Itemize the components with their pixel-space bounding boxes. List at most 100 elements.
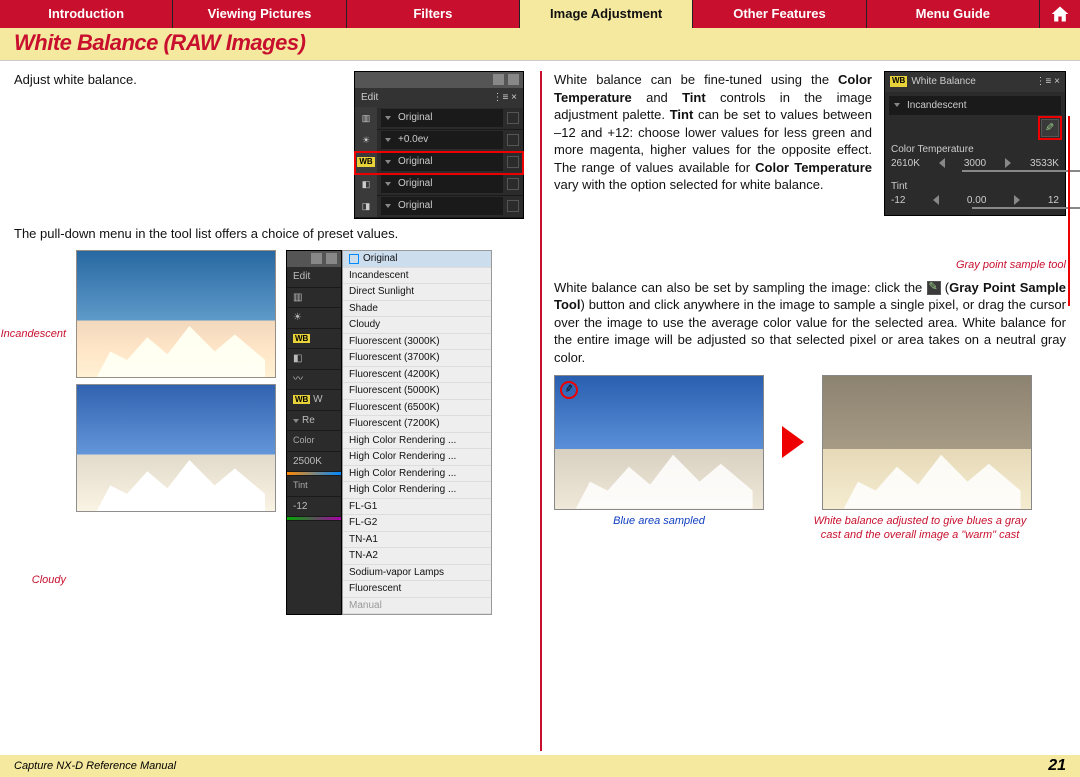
ct-min: 2610K [891, 157, 920, 171]
page-title: White Balance (RAW Images) [14, 30, 1066, 56]
edit-row-value[interactable]: Original [381, 197, 503, 215]
edit-panel-strip: Edit ▥ ☀ WB ◧ 〰 WB W Re Color 2500K Tint… [286, 250, 342, 615]
dd-selected: Original [363, 252, 397, 266]
finetune-para: White balance can be fine-tuned using th… [554, 71, 872, 194]
title-bar: White Balance (RAW Images) [0, 28, 1080, 61]
thumb-warm-result [822, 375, 1032, 510]
checkbox[interactable] [507, 200, 519, 212]
tab-viewing-pictures[interactable]: Viewing Pictures [173, 0, 346, 28]
tint-label: Tint [293, 480, 308, 490]
ct-min: 2500K [287, 452, 341, 473]
exposure-icon: ▥ [287, 288, 341, 309]
caption-blue-sampled: Blue area sampled [554, 514, 764, 529]
dd-option[interactable]: Sodium-vapor Lamps [343, 565, 491, 582]
dd-option[interactable]: TN-A2 [343, 548, 491, 565]
callout-line [1068, 116, 1070, 306]
tint-min: -12 [891, 194, 905, 208]
panel-icon [493, 74, 504, 85]
chevron-down-icon [385, 182, 391, 186]
dd-option[interactable]: Fluorescent (5000K) [343, 383, 491, 400]
tone-icon: ◧ [355, 173, 377, 195]
increment-icon[interactable] [1005, 158, 1011, 168]
checkbox[interactable] [507, 178, 519, 190]
panel-menu-icon[interactable]: ⋮≡ × [493, 91, 517, 105]
chevron-down-icon [385, 116, 391, 120]
tint-label: Tint [891, 180, 1059, 194]
exposure-icon: ▥ [355, 107, 377, 129]
ev-icon: ☀ [287, 308, 341, 329]
wb-icon: WB [355, 151, 377, 173]
wb-palette-title: White Balance [911, 75, 975, 89]
checkbox[interactable] [507, 112, 519, 124]
decrement-icon[interactable] [933, 195, 939, 205]
footer: Capture NX-D Reference Manual 21 [0, 755, 1080, 777]
sample-para: White balance can also be set by samplin… [554, 279, 1066, 367]
dd-option[interactable]: Fluorescent (7200K) [343, 416, 491, 433]
dd-option[interactable]: Incandescent [343, 268, 491, 285]
footer-manual-title: Capture NX-D Reference Manual [14, 760, 176, 772]
gray-point-tool-button[interactable]: ✎ [1041, 119, 1059, 137]
ev-icon: ☀ [355, 129, 377, 151]
thumb-cloudy [76, 384, 276, 512]
dd-option[interactable]: High Color Rendering ... [343, 433, 491, 450]
dd-option[interactable]: Fluorescent (3700K) [343, 350, 491, 367]
dd-option[interactable]: High Color Rendering ... [343, 449, 491, 466]
panel-menu-icon[interactable]: ⋮≡ × [1036, 75, 1060, 89]
re-row: Re [287, 411, 341, 432]
dd-option[interactable]: Shade [343, 301, 491, 318]
wb-preset-dropdown[interactable]: Original IncandescentDirect SunlightShad… [342, 250, 492, 615]
edit-panel-collapsed: Edit⋮≡ × ▥Original ☀+0.0ev WBOriginal ◧O… [354, 71, 524, 219]
chevron-down-icon [385, 138, 391, 142]
edit-row-value[interactable]: +0.0ev [381, 131, 503, 149]
top-nav: Introduction Viewing Pictures Filters Im… [0, 0, 1080, 28]
dd-option[interactable]: Fluorescent (4200K) [343, 367, 491, 384]
chevron-down-icon [385, 160, 391, 164]
intro-text: Adjust white balance. [14, 71, 342, 89]
home-button[interactable] [1040, 0, 1080, 28]
dd-option[interactable]: FL-G1 [343, 499, 491, 516]
panel-icon [508, 74, 519, 85]
color-label: Color [293, 435, 315, 445]
dd-option[interactable]: FL-G2 [343, 515, 491, 532]
wb-preset-select[interactable]: Incandescent [889, 96, 1061, 116]
panel-header: Edit [361, 91, 378, 105]
tab-image-adjustment[interactable]: Image Adjustment [520, 0, 693, 28]
dd-option[interactable]: Fluorescent [343, 581, 491, 598]
chevron-down-icon [894, 103, 900, 107]
tint-min: -12 [287, 497, 341, 518]
checkbox[interactable] [507, 156, 519, 168]
checkbox[interactable] [507, 134, 519, 146]
dd-option[interactable]: Cloudy [343, 317, 491, 334]
tab-other-features[interactable]: Other Features [693, 0, 866, 28]
wb-icon: WB [287, 329, 341, 350]
dd-option[interactable]: High Color Rendering ... [343, 466, 491, 483]
dd-option[interactable]: High Color Rendering ... [343, 482, 491, 499]
sample-point-marker [560, 381, 578, 399]
ct-slider[interactable] [891, 170, 1059, 172]
ct-value[interactable]: 3000 [964, 157, 986, 171]
tab-menu-guide[interactable]: Menu Guide [867, 0, 1040, 28]
home-icon [1050, 4, 1070, 24]
tint-value[interactable]: 0.00 [967, 194, 986, 208]
bw-icon: ◨ [355, 195, 377, 217]
decrement-icon[interactable] [939, 158, 945, 168]
increment-icon[interactable] [1014, 195, 1020, 205]
tab-filters[interactable]: Filters [347, 0, 520, 28]
caption-incandescent: Incandescent [1, 327, 66, 342]
wb-palette: WBWhite Balance⋮≡ × Incandescent ✎ Color… [884, 71, 1066, 216]
wb-label: WB W [287, 390, 341, 411]
checkbox-icon [349, 254, 359, 264]
edit-row-value[interactable]: Original [381, 109, 503, 127]
dd-option[interactable]: Direct Sunlight [343, 284, 491, 301]
dd-option[interactable]: TN-A1 [343, 532, 491, 549]
tone-icon: ◧ [287, 349, 341, 370]
tab-introduction[interactable]: Introduction [0, 0, 173, 28]
tint-slider[interactable] [891, 207, 1059, 209]
dd-option[interactable]: Fluorescent (3000K) [343, 334, 491, 351]
thumb-incandescent [76, 250, 276, 378]
dd-option[interactable]: Fluorescent (6500K) [343, 400, 491, 417]
edit-row-value[interactable]: Original [381, 153, 503, 171]
tint-max: 12 [1048, 194, 1059, 208]
edit-row-value[interactable]: Original [381, 175, 503, 193]
ct-max: 3533K [1030, 157, 1059, 171]
